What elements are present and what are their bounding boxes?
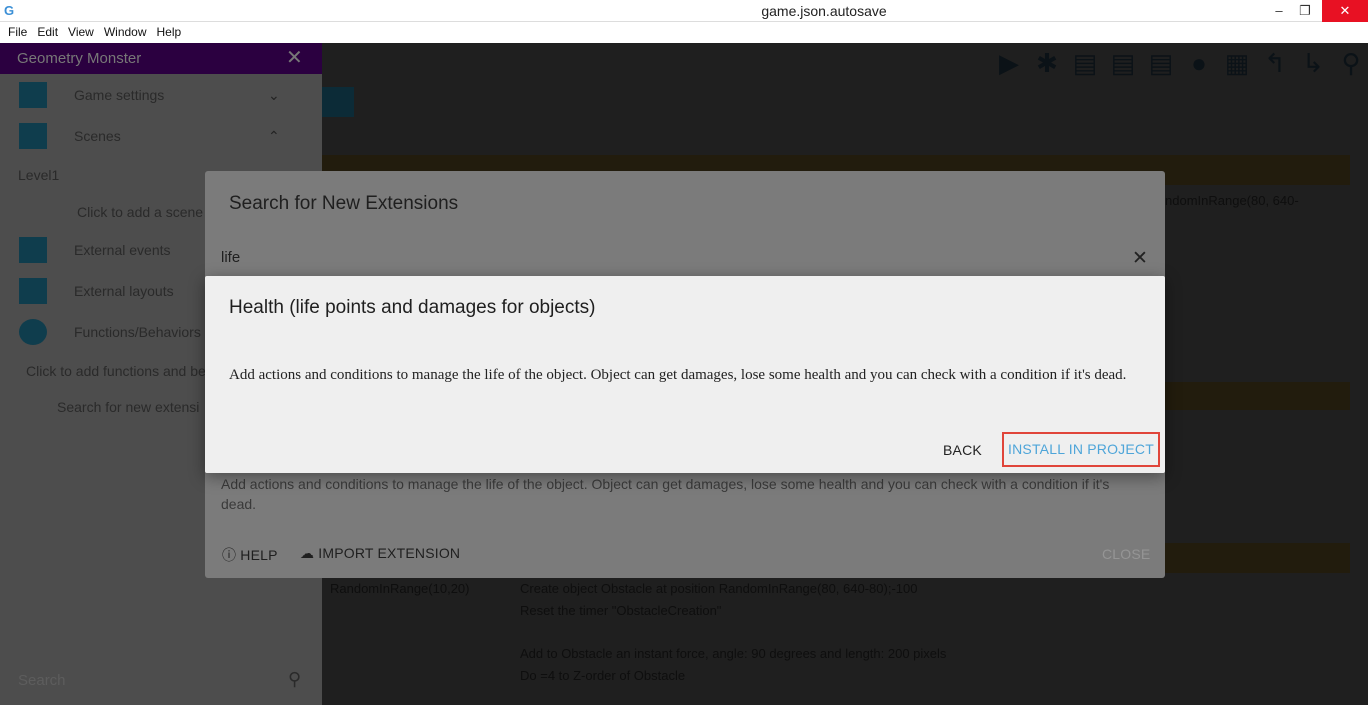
menu-view[interactable]: View [68,22,94,43]
background-button [322,87,354,117]
external-events-icon [19,237,47,263]
cloud-download-icon: ☁ [300,545,315,561]
title-bar: G game.json.autosave – ❐ ✕ [0,0,1368,22]
close-drawer-icon[interactable]: ✕ [286,43,303,74]
event-action: Create object Obstacle at position Rando… [520,581,918,596]
extension-search-input[interactable]: life [221,249,240,266]
menu-edit[interactable]: Edit [37,22,58,43]
add-functions-link[interactable]: Click to add functions and be [26,363,206,379]
add-icon[interactable]: ● [1184,48,1214,82]
event-action: Add to Obstacle an instant force, angle:… [520,646,947,661]
menu-bar: File Edit View Window Help [0,22,1368,43]
scene-level1[interactable]: Level1 [18,167,59,183]
debug-icon[interactable]: ✱ [1032,48,1062,82]
close-window-button[interactable]: ✕ [1322,0,1368,22]
preview-icon[interactable]: ▶ [994,48,1024,82]
functions-gear-icon [19,319,47,345]
add-subevent-icon[interactable]: ▤ [1108,48,1138,82]
game-settings-icon [19,82,47,108]
event-condition: RandomInRange(10,20) [330,581,470,596]
close-button[interactable]: CLOSE [1102,546,1150,562]
menu-help[interactable]: Help [157,22,182,43]
event-action: Reset the timer "ObstacleCreation" [520,603,722,618]
search-extensions-link[interactable]: Search for new extensi [57,399,199,415]
scenes-icon [19,123,47,149]
redo-icon[interactable]: ↳ [1298,48,1328,82]
menu-file[interactable]: File [8,22,27,43]
drawer-header: Geometry Monster ✕ [0,43,322,74]
back-button[interactable]: BACK [943,442,982,458]
menu-window[interactable]: Window [104,22,147,43]
event-text: ndomInRange(80, 640- [1165,193,1299,208]
help-icon: ⓘ [222,547,237,563]
add-scene-link[interactable]: Click to add a scene [77,204,203,220]
search-icon[interactable]: ⚲ [1336,48,1366,82]
help-button[interactable]: ⓘ HELP [222,545,278,565]
chevron-up-icon: ⌃ [268,128,280,144]
add-event-icon[interactable]: ▤ [1070,48,1100,82]
install-in-project-button[interactable]: INSTALL IN PROJECT [1002,432,1160,467]
drawer-item-scenes[interactable]: Scenes ⌃ [0,116,310,156]
drawer-search-input[interactable]: Search [18,672,66,689]
extension-details-dialog: Health (life points and damages for obje… [205,276,1165,473]
event-action: Do =4 to Z-order of Obstacle [520,668,686,683]
import-extension-button[interactable]: ☁ IMPORT EXTENSION [300,545,460,562]
external-layouts-icon [19,278,47,304]
extension-description: Add actions and conditions to manage the… [221,476,1110,512]
search-icon[interactable]: ⚲ [288,669,301,690]
undo-icon[interactable]: ↰ [1260,48,1290,82]
window-title: game.json.autosave [761,3,887,19]
drawer-item-game-settings[interactable]: Game settings ⌄ [0,75,310,115]
toolbar: ▶ ✱ ▤ ▤ ▤ ● ▦ ↰ ↳ ⚲ [994,48,1366,82]
add-comment-icon[interactable]: ▤ [1146,48,1176,82]
dialog-title: Search for New Extensions [229,193,459,214]
delete-icon[interactable]: ▦ [1222,48,1252,82]
chevron-down-icon: ⌄ [268,87,280,103]
extension-details-description: Add actions and conditions to manage the… [229,367,1127,383]
extension-title: Health (life points and damages for obje… [229,297,596,318]
clear-search-icon[interactable]: ✕ [1132,247,1148,270]
project-title: Geometry Monster [17,50,142,67]
